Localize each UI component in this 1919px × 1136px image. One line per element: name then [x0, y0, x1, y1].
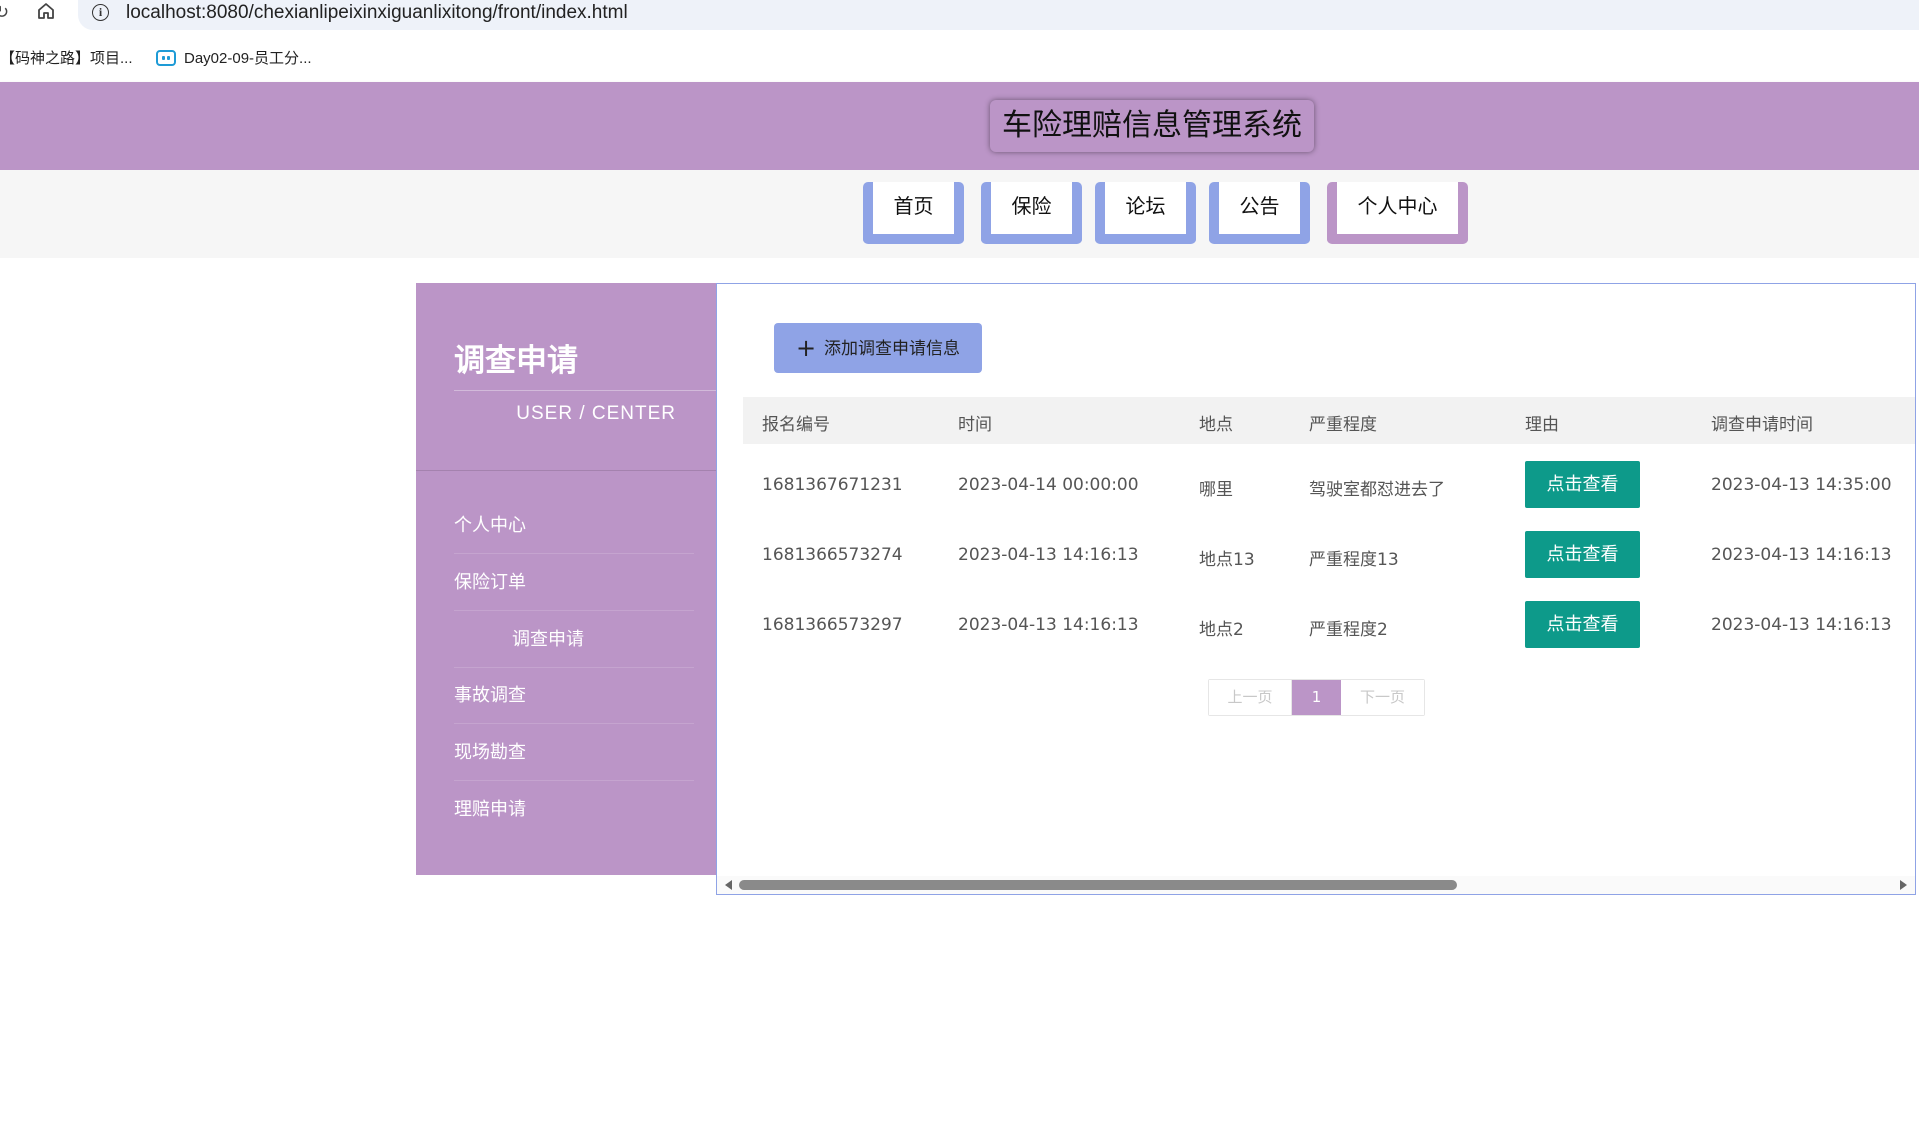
scrollbar-thumb[interactable] [739, 880, 1457, 890]
site-header: 车险理赔信息管理系统 [0, 82, 1919, 170]
pagination: 上一页 1 下一页 [1208, 679, 1425, 716]
cell-severity: 严重程度2 [1309, 620, 1388, 640]
sidebar-item-site-survey[interactable]: 现场勘查 [454, 725, 694, 781]
cell-severity: 严重程度13 [1309, 550, 1399, 570]
table-row: 1681367671231 2023-04-14 00:00:00 哪里 驾驶室… [743, 451, 1915, 521]
cell-place: 地点13 [1199, 550, 1255, 570]
cell-id: 1681367671231 [762, 475, 903, 495]
table-row: 1681366573297 2023-04-13 14:16:13 地点2 严重… [743, 591, 1915, 661]
plus-icon: + [795, 334, 817, 362]
column-header: 时间 [958, 415, 992, 435]
column-header: 报名编号 [762, 415, 830, 435]
view-reason-button[interactable]: 点击查看 [1525, 601, 1640, 648]
site-title: 车险理赔信息管理系统 [990, 100, 1314, 152]
home-icon[interactable] [36, 1, 56, 25]
cell-place: 哪里 [1199, 480, 1233, 500]
table-header: 报名编号 时间 地点 严重程度 理由 调查申请时间 [743, 397, 1915, 444]
column-header: 严重程度 [1309, 415, 1377, 435]
nav-item-home[interactable]: 首页 [863, 182, 964, 244]
view-reason-button[interactable]: 点击查看 [1525, 531, 1640, 578]
nav-item-notice[interactable]: 公告 [1209, 182, 1310, 244]
sidebar-title: 调查申请 [454, 343, 578, 379]
cell-place: 地点2 [1199, 620, 1244, 640]
scroll-left-icon[interactable] [725, 880, 732, 890]
cell-apply-time: 2023-04-13 14:35:00 [1711, 475, 1892, 495]
sidebar-item-accident-investigation[interactable]: 事故调查 [454, 668, 694, 724]
table-row: 1681366573274 2023-04-13 14:16:13 地点13 严… [743, 521, 1915, 591]
cell-time: 2023-04-14 00:00:00 [958, 475, 1139, 495]
nav-item-forum[interactable]: 论坛 [1095, 182, 1196, 244]
nav-item-user-center[interactable]: 个人中心 [1327, 182, 1468, 244]
add-investigation-button[interactable]: + 添加调查申请信息 [774, 323, 982, 373]
bookmark-label: Day02-09-员工分... [184, 50, 312, 67]
cell-id: 1681366573274 [762, 545, 903, 565]
sidebar: 调查申请 USER / CENTER 个人中心 保险订单 调查申请 事故调查 现… [416, 283, 716, 875]
bookmark-item[interactable]: 【码神之路】项目... [0, 47, 133, 68]
cell-apply-time: 2023-04-13 14:16:13 [1711, 545, 1892, 565]
reload-icon[interactable]: ↻ [0, 2, 9, 23]
main-nav: 首页 保险 论坛 公告 个人中心 [0, 170, 1919, 258]
site-info-icon[interactable]: i [92, 4, 109, 21]
add-button-label: 添加调查申请信息 [824, 339, 961, 359]
column-header: 地点 [1199, 415, 1233, 435]
sidebar-item-claim-apply[interactable]: 理赔申请 [454, 782, 694, 838]
cell-time: 2023-04-13 14:16:13 [958, 615, 1139, 635]
bilibili-icon [156, 50, 176, 66]
current-page[interactable]: 1 [1292, 680, 1341, 715]
view-reason-button[interactable]: 点击查看 [1525, 461, 1640, 508]
cell-time: 2023-04-13 14:16:13 [958, 545, 1139, 565]
main-panel: + 添加调查申请信息 报名编号 时间 地点 严重程度 理由 调查申请时间 1681… [716, 283, 1916, 895]
sidebar-subtitle: USER / CENTER [516, 403, 676, 424]
browser-toolbar: ↻ i localhost:8080/chexianlipeixinxiguan… [0, 0, 1919, 30]
bookmarks-bar: 【码神之路】项目... Day02-09-员工分... [0, 30, 1919, 82]
sidebar-item-user-center[interactable]: 个人中心 [454, 498, 694, 554]
prev-page-button[interactable]: 上一页 [1209, 680, 1292, 715]
cell-id: 1681366573297 [762, 615, 903, 635]
next-page-button[interactable]: 下一页 [1341, 680, 1424, 715]
bookmark-item[interactable]: Day02-09-员工分... [156, 47, 312, 68]
horizontal-scrollbar[interactable] [717, 876, 1915, 894]
column-header: 理由 [1525, 415, 1559, 435]
scroll-right-icon[interactable] [1900, 880, 1907, 890]
sidebar-item-insurance-order[interactable]: 保险订单 [454, 555, 694, 611]
cell-severity: 驾驶室都怼进去了 [1309, 480, 1445, 500]
url-text[interactable]: localhost:8080/chexianlipeixinxiguanlixi… [126, 2, 628, 24]
divider [454, 390, 716, 391]
column-header: 调查申请时间 [1711, 415, 1813, 435]
nav-item-insurance[interactable]: 保险 [981, 182, 1082, 244]
cell-apply-time: 2023-04-13 14:16:13 [1711, 615, 1892, 635]
divider [416, 470, 716, 471]
sidebar-item-investigation-apply[interactable]: 调查申请 [454, 612, 694, 668]
